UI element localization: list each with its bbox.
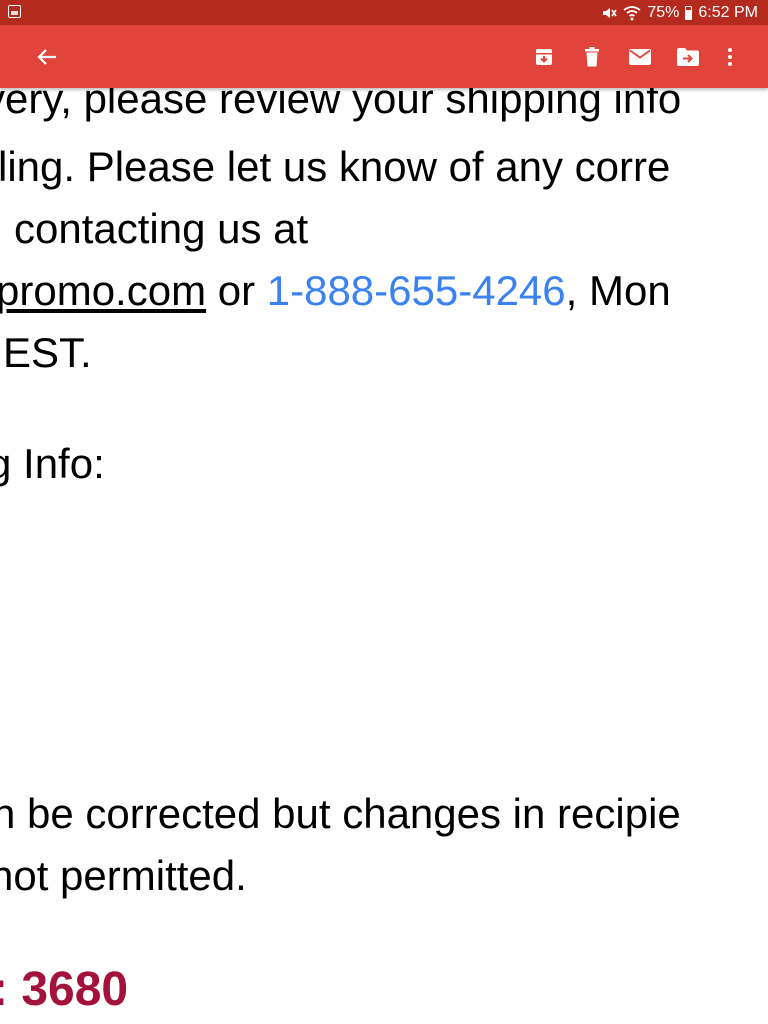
message-line: contacting us at bbox=[14, 205, 309, 252]
message-body: very, please review your shipping info l… bbox=[0, 88, 768, 1024]
section-heading: g Info: bbox=[0, 440, 105, 487]
message-line: ling. Please let us know of any corre bbox=[0, 143, 671, 190]
wifi-icon bbox=[623, 5, 641, 21]
clock: 6:52 PM bbox=[698, 3, 758, 21]
contact-line: promo.com or 1-888-655-4246, Mon bbox=[0, 266, 671, 316]
trash-icon bbox=[585, 46, 599, 66]
mail-icon bbox=[629, 48, 651, 65]
more-vert-icon bbox=[728, 47, 732, 66]
order-number: : 3680 bbox=[0, 963, 129, 1016]
hours-text: , Mon bbox=[565, 267, 671, 314]
status-indicators: 75% 6:52 PM bbox=[601, 0, 758, 25]
email-link[interactable]: promo.com bbox=[0, 267, 206, 314]
or-text: or bbox=[206, 267, 267, 314]
app-toolbar bbox=[0, 25, 768, 88]
archive-icon bbox=[536, 48, 552, 65]
gallery-notification-icon bbox=[8, 5, 21, 18]
message-line: not permitted. bbox=[0, 852, 247, 899]
mark-unread-button[interactable] bbox=[616, 25, 664, 88]
status-bar: 75% 6:52 PM bbox=[0, 0, 768, 25]
mute-icon bbox=[601, 6, 618, 20]
more-options-button[interactable] bbox=[712, 25, 748, 88]
delete-button[interactable] bbox=[568, 25, 616, 88]
archive-button[interactable] bbox=[520, 25, 568, 88]
battery-icon bbox=[685, 5, 693, 20]
message-line: n be corrected but changes in recipie bbox=[0, 790, 681, 837]
move-to-button[interactable] bbox=[664, 25, 712, 88]
arrow-left-icon bbox=[37, 48, 56, 65]
back-button[interactable] bbox=[22, 25, 72, 88]
move-to-folder-icon bbox=[677, 47, 699, 66]
battery-percent: 75% bbox=[647, 3, 680, 21]
phone-link[interactable]: 1-888-655-4246 bbox=[267, 267, 566, 314]
message-line: EST. bbox=[3, 329, 92, 376]
message-line: very, please review your shipping info bbox=[0, 88, 682, 122]
